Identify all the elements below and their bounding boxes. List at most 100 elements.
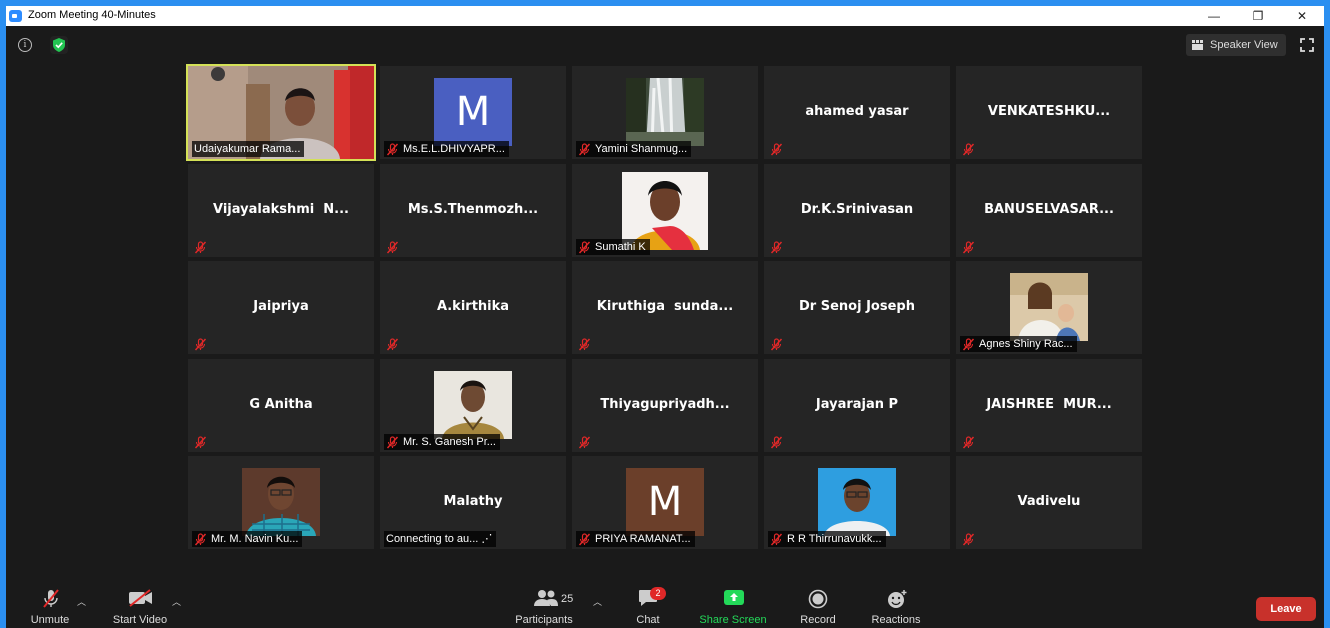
muted-mic-icon <box>770 532 783 546</box>
participant-name: JAISHREE MUR... <box>986 397 1112 412</box>
share-screen-icon <box>724 590 744 605</box>
participant-tile[interactable]: Jayarajan P <box>764 359 950 452</box>
reactions-button[interactable]: Reactions <box>866 581 926 628</box>
audio-options-chevron-icon[interactable]: ︿ <box>77 595 86 608</box>
participant-name-label: PRIYA RAMANAT... <box>576 531 695 547</box>
participant-name: Dr Senoj Joseph <box>799 299 915 314</box>
participant-name: ahamed yasar <box>805 104 909 119</box>
muted-mic-icon <box>962 142 975 156</box>
muted-mic-icon <box>194 240 207 254</box>
meeting-info-icon[interactable]: i <box>18 38 32 52</box>
participant-name: Udaiyakumar Rama... <box>194 143 301 155</box>
video-options-chevron-icon[interactable]: ︿ <box>172 595 181 608</box>
participant-name: Kiruthiga sunda... <box>596 299 734 314</box>
window-title: Zoom Meeting 40-Minutes <box>28 9 156 21</box>
participant-name: Sumathi K <box>595 241 646 253</box>
participant-name-label <box>768 141 791 157</box>
video-off-icon <box>129 589 152 607</box>
participant-name-label <box>768 434 791 450</box>
participant-name-label: Ms.E.L.DHIVYAPR... <box>384 141 509 157</box>
participant-name-label <box>192 434 215 450</box>
zoom-app-icon <box>9 10 22 22</box>
participant-name-label <box>960 434 983 450</box>
participant-name: Yamini Shanmug... <box>595 143 688 155</box>
muted-mic-icon <box>194 532 207 546</box>
reactions-emoji-icon <box>888 590 907 608</box>
unmute-button[interactable]: Unmute <box>22 581 78 628</box>
participants-label: Participants <box>515 614 573 626</box>
participant-tile[interactable]: Dr.K.Srinivasan <box>764 164 950 257</box>
muted-mic-icon <box>43 589 59 608</box>
participant-name-label: Udaiyakumar Rama... <box>192 141 305 157</box>
participant-tile[interactable]: Sumathi K <box>572 164 758 257</box>
participant-tile[interactable]: Yamini Shanmug... <box>572 66 758 159</box>
muted-mic-icon <box>962 532 975 546</box>
participant-tile[interactable]: Jaipriya <box>188 261 374 354</box>
meeting-top-bar: i Speaker View <box>6 26 1324 62</box>
muted-mic-icon <box>578 142 591 156</box>
participant-tile[interactable]: M PRIYA RAMANAT... <box>572 456 758 549</box>
participant-tile[interactable]: VENKATESHKU... <box>956 66 1142 159</box>
participant-name: Jayarajan P <box>815 397 899 412</box>
restore-button[interactable]: ❐ <box>1236 6 1280 26</box>
participant-name-label: Sumathi K <box>576 239 650 255</box>
muted-mic-icon <box>194 435 207 449</box>
participant-name: A.kirthika <box>436 299 510 314</box>
muted-mic-icon <box>194 337 207 351</box>
participant-tile[interactable]: Malathy Connecting to au... ⋰ <box>380 456 566 549</box>
participant-tile[interactable]: G Anitha <box>188 359 374 452</box>
participant-tile[interactable]: JAISHREE MUR... <box>956 359 1142 452</box>
security-shield-icon[interactable] <box>50 36 68 54</box>
participants-chevron-icon[interactable]: ︿ <box>593 595 602 608</box>
participant-tile[interactable]: ahamed yasar <box>764 66 950 159</box>
participant-tile[interactable]: Agnes Shiny Rac... <box>956 261 1142 354</box>
muted-mic-icon <box>386 240 399 254</box>
participant-name: Ms.S.Thenmozh... <box>407 202 539 217</box>
participant-avatar: M <box>434 78 512 146</box>
participant-avatar <box>242 468 320 536</box>
participant-tile[interactable]: Thiyagupriyadh... <box>572 359 758 452</box>
participants-icon <box>534 590 558 606</box>
participant-name-label <box>576 336 599 352</box>
participant-name: Malathy <box>443 494 503 509</box>
participant-tile[interactable]: R R Thirrunavukk... <box>764 456 950 549</box>
share-screen-button[interactable]: Share Screen <box>696 581 770 628</box>
muted-mic-icon <box>770 142 783 156</box>
leave-button[interactable]: Leave <box>1256 597 1316 621</box>
zoom-window: Zoom Meeting 40-Minutes — ❐ ✕ i Speaker … <box>6 6 1324 628</box>
fullscreen-icon[interactable] <box>1300 38 1314 52</box>
start-video-button[interactable]: Start Video <box>108 581 172 628</box>
participant-avatar <box>818 468 896 536</box>
participant-name: Agnes Shiny Rac... <box>979 338 1073 350</box>
muted-mic-icon <box>770 240 783 254</box>
participant-tile[interactable]: Ms.S.Thenmozh... <box>380 164 566 257</box>
participant-name-label <box>768 239 791 255</box>
participant-tile[interactable]: Mr. M. Navin Ku... <box>188 456 374 549</box>
participant-name-label: Mr. S. Ganesh Pr... <box>384 434 500 450</box>
participant-name-label: Mr. M. Navin Ku... <box>192 531 303 547</box>
participant-avatar <box>626 78 704 146</box>
participant-tile[interactable]: Mr. S. Ganesh Pr... <box>380 359 566 452</box>
participant-tile[interactable]: Udaiyakumar Rama... <box>186 64 376 161</box>
participant-tile[interactable]: Vijayalakshmi N... <box>188 164 374 257</box>
participant-tile[interactable]: M Ms.E.L.DHIVYAPR... <box>380 66 566 159</box>
minimize-button[interactable]: — <box>1192 6 1236 26</box>
title-bar: Zoom Meeting 40-Minutes — ❐ ✕ <box>6 6 1324 26</box>
participant-name: Dr.K.Srinivasan <box>800 202 914 217</box>
start-video-label: Start Video <box>112 614 168 626</box>
speaker-view-button[interactable]: Speaker View <box>1186 34 1286 56</box>
participant-tile[interactable]: Dr Senoj Joseph <box>764 261 950 354</box>
record-button[interactable]: Record <box>796 581 840 628</box>
chat-unread-badge: 2 <box>650 587 666 600</box>
participant-name-label <box>192 336 215 352</box>
participant-name: Jaipriya <box>253 299 309 314</box>
participant-tile[interactable]: Vadivelu <box>956 456 1142 549</box>
close-button[interactable]: ✕ <box>1280 6 1324 26</box>
participant-name-label: Agnes Shiny Rac... <box>960 336 1077 352</box>
participant-tile[interactable]: Kiruthiga sunda... <box>572 261 758 354</box>
participant-tile[interactable]: BANUSELVASAR... <box>956 164 1142 257</box>
participant-name: Thiyagupriyadh... <box>600 397 730 412</box>
participant-tile[interactable]: A.kirthika <box>380 261 566 354</box>
muted-mic-icon <box>386 337 399 351</box>
participant-name-label: R R Thirrunavukk... <box>768 531 886 547</box>
